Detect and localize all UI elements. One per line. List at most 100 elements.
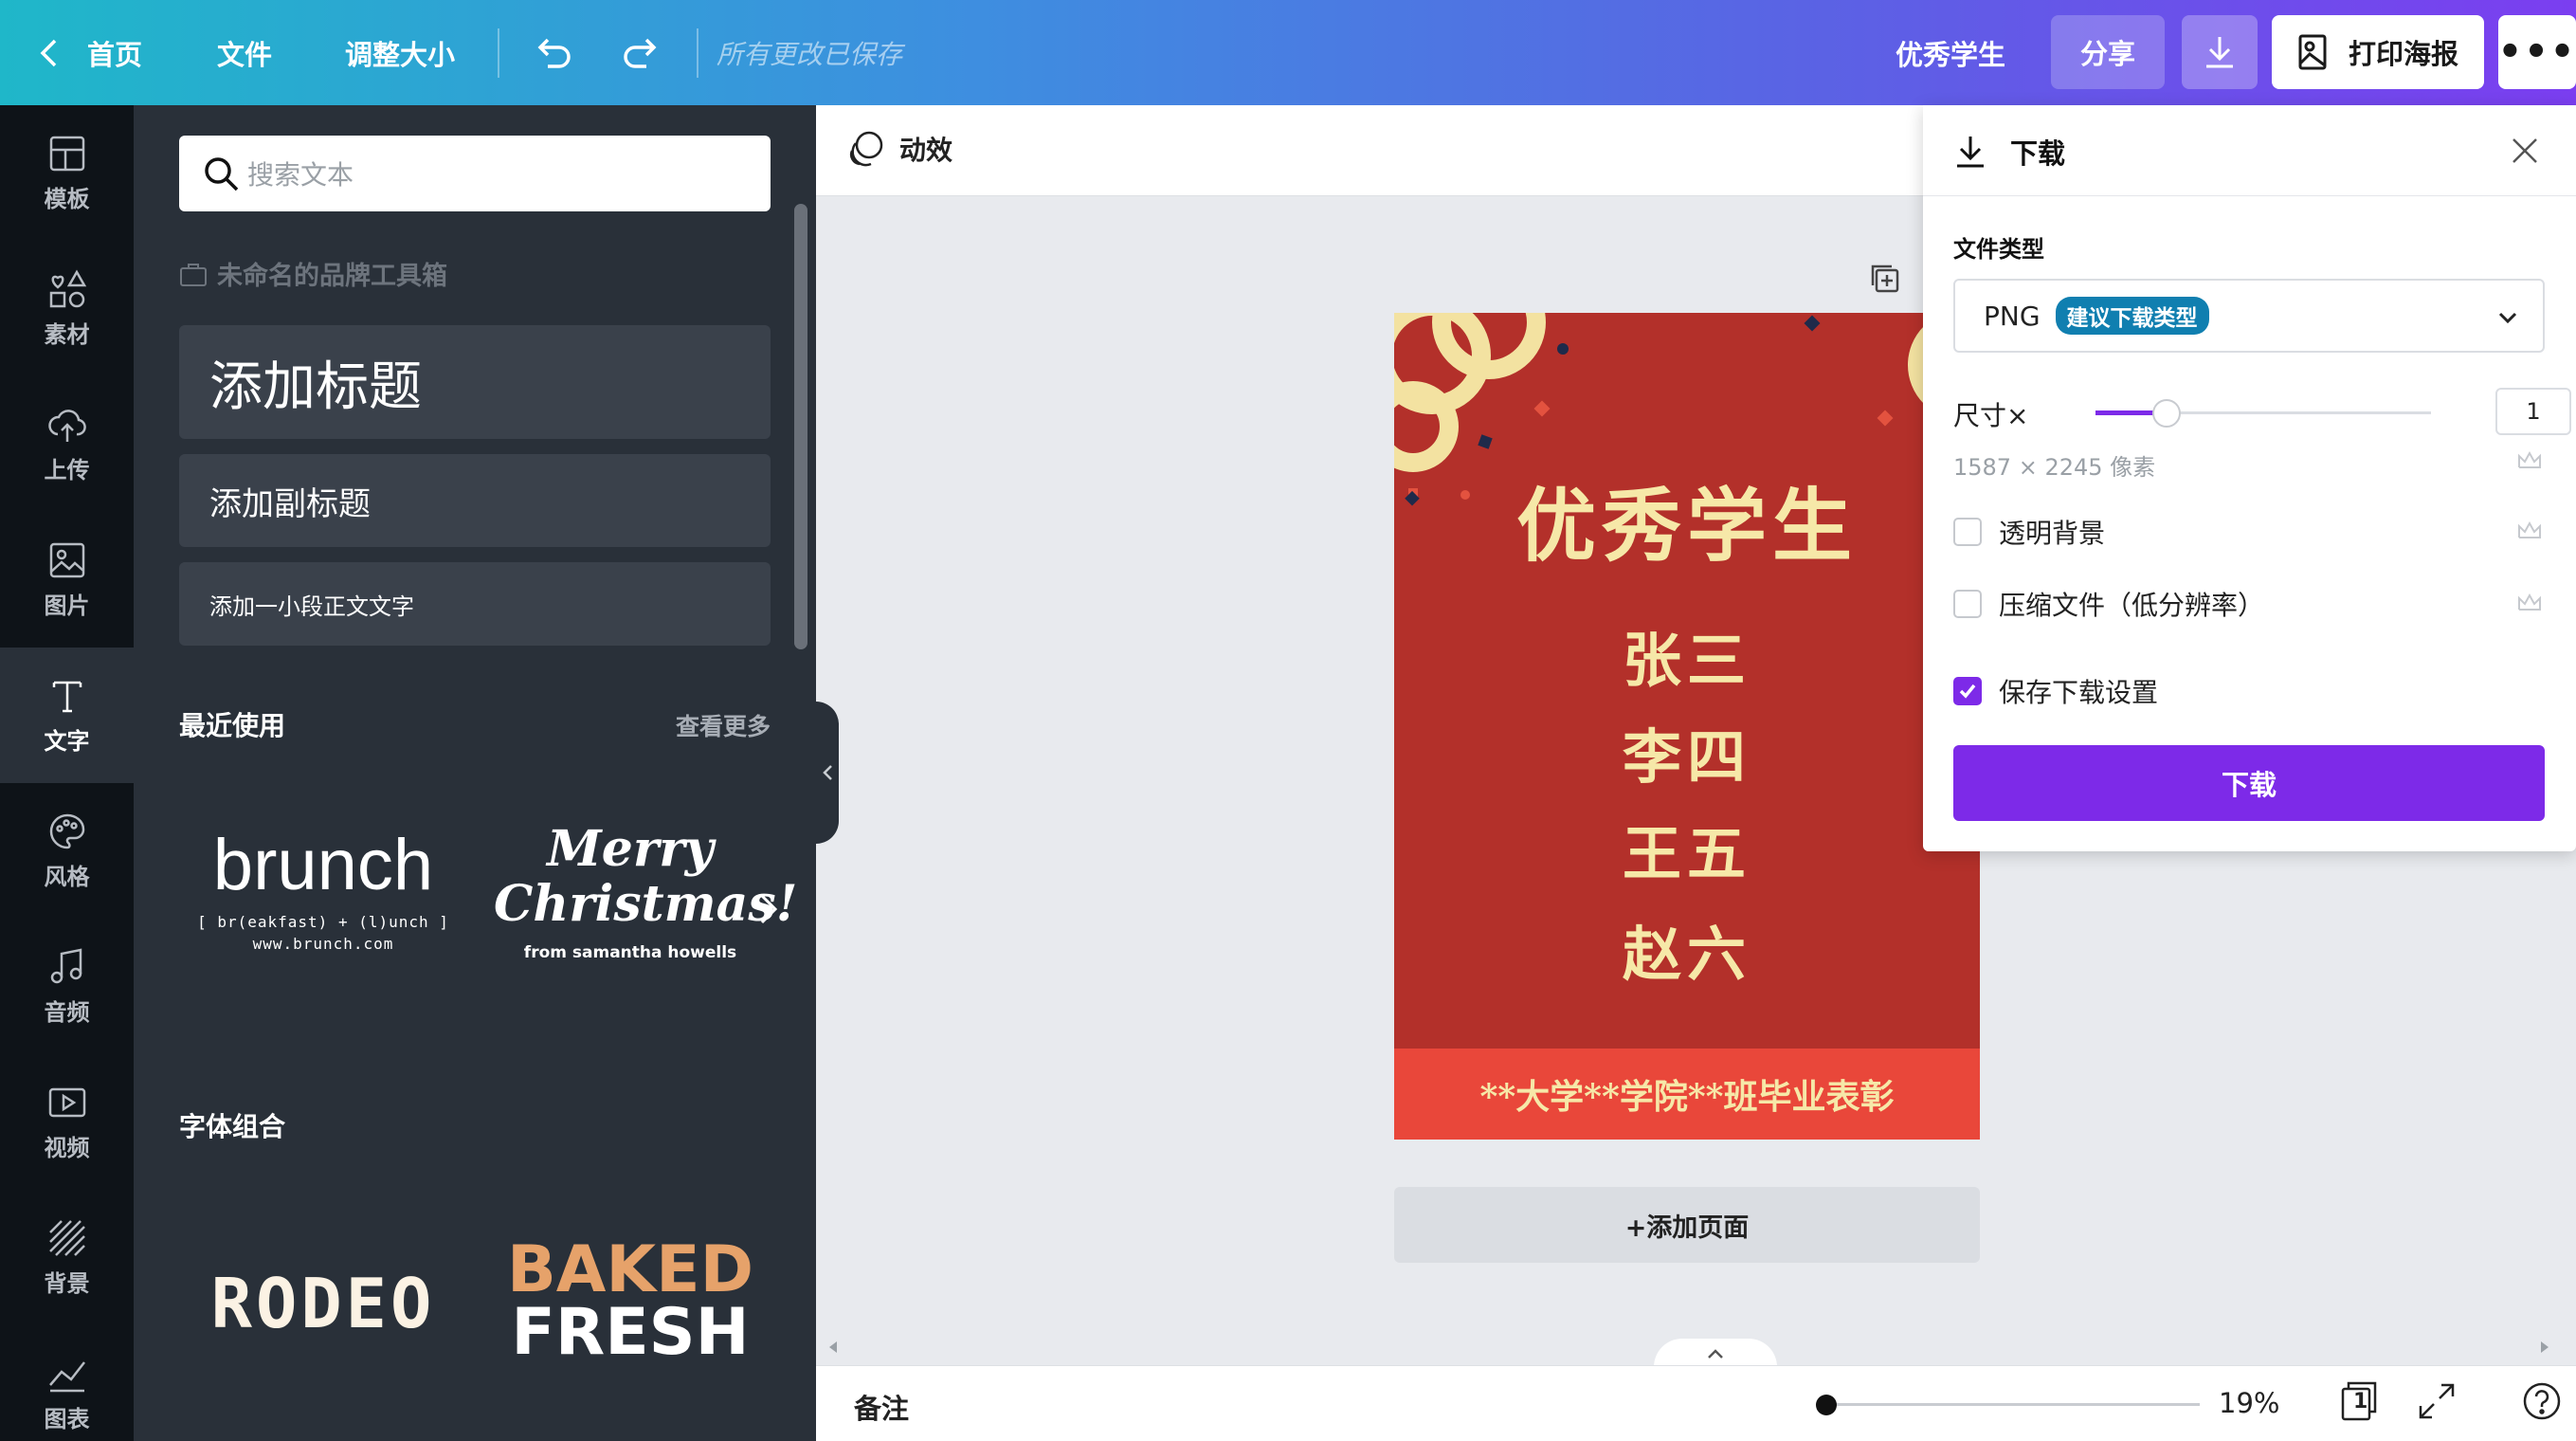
- download-submit-button[interactable]: 下载: [1953, 745, 2545, 821]
- poster-title[interactable]: 优秀学生: [1394, 463, 1980, 577]
- christmas-line1: Merry: [547, 820, 714, 878]
- pixel-dimensions: 1587 × 2245 像素: [1953, 454, 2156, 481]
- add-heading-button[interactable]: 添加标题: [179, 325, 771, 439]
- expand-icon: [2419, 1383, 2455, 1419]
- search-input[interactable]: 搜索文本: [179, 136, 771, 211]
- file-type-label: 文件类型: [1953, 236, 2044, 263]
- download-icon: [2206, 37, 2233, 68]
- size-slider-handle[interactable]: [2152, 399, 2181, 428]
- palette-icon: [49, 813, 84, 849]
- elements-icon: [49, 269, 86, 308]
- rodeo-text: RODEO: [210, 1264, 436, 1343]
- rail-item-label: 文字: [44, 728, 90, 755]
- collapse-panel-button[interactable]: [816, 702, 839, 844]
- brand-kit-label: 未命名的品牌工具箱: [179, 255, 447, 292]
- rail-item-styles[interactable]: 风格: [0, 783, 134, 919]
- upload-cloud-icon: [47, 410, 86, 442]
- size-label: 尺寸×: [1953, 400, 2029, 431]
- rail-item-label: 视频: [44, 1135, 90, 1161]
- size-input[interactable]: 1: [2495, 388, 2571, 435]
- font-combos-title: 字体组合: [179, 1111, 286, 1142]
- rail-item-elements[interactable]: 素材: [0, 241, 134, 376]
- poster-name[interactable]: 王五: [1394, 806, 1980, 891]
- rail-item-label: 上传: [44, 457, 90, 483]
- zoom-slider-handle[interactable]: [1816, 1395, 1837, 1415]
- save-settings-checkbox[interactable]: [1953, 677, 1982, 705]
- save-settings-option[interactable]: 保存下载设置: [1953, 672, 2158, 710]
- brunch-url: www.brunch.com: [252, 935, 394, 953]
- compress-checkbox[interactable]: [1953, 590, 1982, 618]
- rail-item-text[interactable]: 文字: [0, 648, 134, 783]
- add-body-text-button[interactable]: 添加一小段正文文字: [179, 562, 771, 646]
- recommended-badge: 建议下载类型: [2055, 297, 2209, 335]
- poster-name[interactable]: 张三: [1394, 612, 1980, 698]
- download-button[interactable]: [2182, 15, 2258, 89]
- chevron-up-icon: [1708, 1349, 1723, 1359]
- share-button[interactable]: 分享: [2051, 15, 2165, 89]
- rail-item-label: 模板: [44, 186, 90, 212]
- file-type-select[interactable]: PNG 建议下载类型: [1953, 279, 2545, 353]
- rail-item-charts[interactable]: 图表: [0, 1325, 134, 1441]
- document-title[interactable]: 优秀学生: [1896, 0, 2005, 105]
- more-options-button[interactable]: •••: [2498, 15, 2576, 89]
- file-menu-button[interactable]: 文件: [217, 0, 272, 105]
- rail-item-label: 素材: [44, 321, 90, 348]
- scroll-left-icon: [829, 1341, 837, 1353]
- rail-item-label: 背景: [44, 1270, 90, 1297]
- music-icon: [50, 948, 82, 984]
- poster-name[interactable]: 赵六: [1394, 906, 1980, 992]
- duplicate-page-button[interactable]: [1867, 261, 1901, 299]
- poster-name[interactable]: 李四: [1394, 709, 1980, 794]
- print-poster-button[interactable]: 打印海报: [2272, 15, 2484, 89]
- side-nav-rail: 模板 素材 上传 图片 文字 风格 音频 视频 背景 图表: [0, 105, 134, 1441]
- layout-icon: [49, 136, 84, 172]
- rail-item-audio[interactable]: 音频: [0, 919, 134, 1054]
- rail-item-label: 风格: [44, 864, 90, 890]
- home-label: 首页: [87, 38, 143, 71]
- recent-text-brunch[interactable]: brunch [ br(eakfast) + (l)unch ] www.bru…: [187, 826, 460, 954]
- animate-label: 动效: [899, 135, 953, 166]
- combo-baked-fresh[interactable]: BAKED FRESH: [494, 1238, 767, 1365]
- add-subheading-button[interactable]: 添加副标题: [179, 454, 771, 547]
- combo-rodeo[interactable]: RODEO: [187, 1264, 460, 1343]
- rail-item-uploads[interactable]: 上传: [0, 376, 134, 512]
- help-button[interactable]: [2520, 1379, 2564, 1427]
- page-count-button[interactable]: 1: [2337, 1379, 2381, 1427]
- add-page-button[interactable]: +添加页面: [1394, 1187, 1980, 1263]
- search-icon: [205, 157, 239, 192]
- fullscreen-button[interactable]: [2415, 1379, 2458, 1427]
- animate-button[interactable]: 动效: [844, 128, 952, 170]
- christmas-line2: Christmas!: [494, 875, 798, 933]
- rail-item-video[interactable]: 视频: [0, 1054, 134, 1190]
- chevron-down-icon: [2498, 312, 2517, 324]
- resize-button[interactable]: 调整大小: [345, 0, 455, 105]
- undo-button[interactable]: [533, 0, 574, 105]
- poster-canvas[interactable]: 优秀学生 张三 李四 王五 赵六 **大学**学院**班毕业表彰: [1394, 313, 1980, 1140]
- rail-item-templates[interactable]: 模板: [0, 105, 134, 241]
- poster-icon: [2298, 34, 2327, 70]
- image-icon: [49, 542, 84, 578]
- redo-button[interactable]: [620, 0, 662, 105]
- panel-scrollbar[interactable]: [794, 204, 807, 649]
- home-button[interactable]: 首页: [38, 0, 142, 105]
- download-panel-title: 下载: [1951, 132, 2065, 172]
- brand-kit-name: 未命名的品牌工具箱: [217, 262, 447, 291]
- rail-item-background[interactable]: 背景: [0, 1190, 134, 1325]
- undo-icon: [537, 38, 571, 68]
- notes-button[interactable]: 备注: [854, 1387, 909, 1427]
- download-panel-header: 下载: [1923, 105, 2576, 196]
- zoom-level[interactable]: 19%: [2219, 1387, 2279, 1419]
- rail-item-photos[interactable]: 图片: [0, 512, 134, 648]
- chevron-right-icon: [760, 894, 778, 924]
- transparent-bg-checkbox[interactable]: [1953, 518, 1982, 546]
- recent-next-button[interactable]: [754, 890, 783, 932]
- premium-crown-icon: [2517, 450, 2542, 475]
- zoom-slider[interactable]: [1826, 1403, 2200, 1406]
- recent-text-christmas[interactable]: Merry Christmas! from samantha howells: [494, 820, 798, 963]
- compress-option[interactable]: 压缩文件（低分辨率）: [1953, 585, 2264, 623]
- transparent-bg-label: 透明背景: [1999, 518, 2106, 549]
- poster-footer[interactable]: **大学**学院**班毕业表彰: [1394, 1049, 1980, 1140]
- transparent-bg-option[interactable]: 透明背景: [1953, 513, 2105, 551]
- see-more-link[interactable]: 查看更多: [676, 708, 771, 742]
- close-download-button[interactable]: [2508, 134, 2542, 172]
